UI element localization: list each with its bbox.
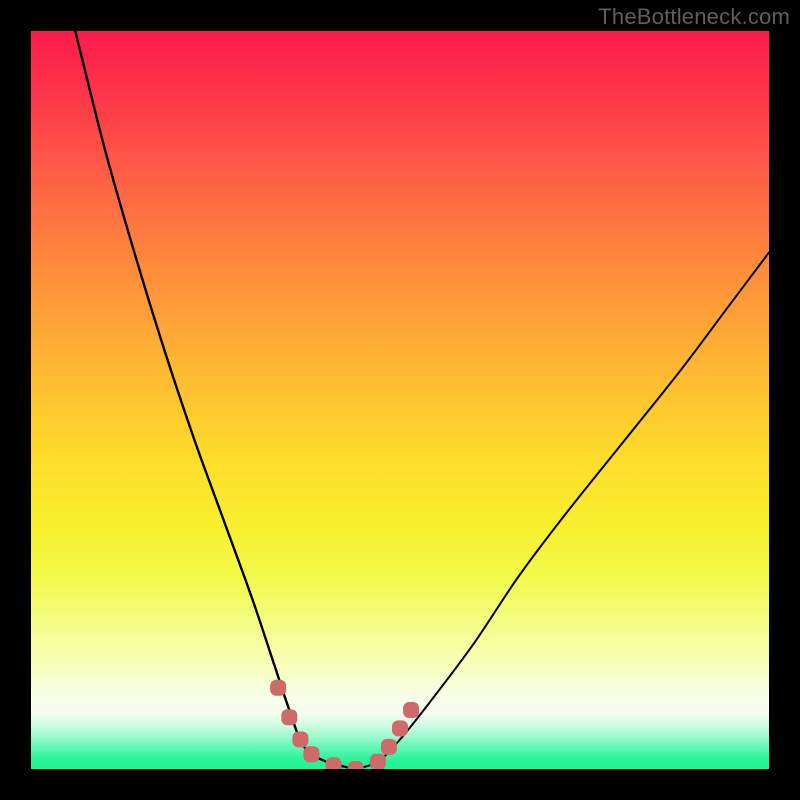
plot-area xyxy=(31,31,769,769)
watermark-text: TheBottleneck.com xyxy=(598,4,790,30)
highlight-marker xyxy=(392,720,408,736)
highlight-marker xyxy=(281,709,297,725)
highlight-marker xyxy=(326,757,342,769)
chart-svg xyxy=(31,31,769,769)
chart-frame: TheBottleneck.com xyxy=(0,0,800,800)
highlight-marker xyxy=(348,761,364,769)
bottleneck-curve xyxy=(75,31,769,769)
highlight-marker xyxy=(270,680,286,696)
highlight-marker xyxy=(370,754,386,769)
highlight-marker xyxy=(292,732,308,748)
highlight-markers xyxy=(270,680,419,769)
highlight-marker xyxy=(381,739,397,755)
curve-left-branch xyxy=(75,31,355,769)
highlight-marker xyxy=(303,746,319,762)
highlight-marker xyxy=(403,702,419,718)
curve-right-branch xyxy=(356,252,769,769)
